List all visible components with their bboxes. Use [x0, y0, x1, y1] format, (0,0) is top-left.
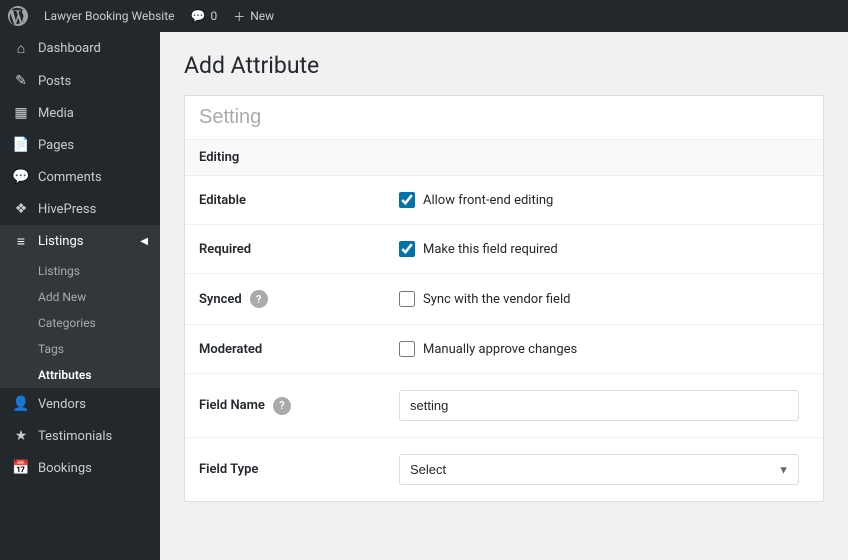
required-field: Make this field required — [385, 225, 823, 274]
editable-field: Allow front-end editing — [385, 176, 823, 225]
field-type-field: Select Text Textarea Number Checkbox Dat… — [385, 438, 823, 502]
sidebar-item-dashboard[interactable]: ⌂ Dashboard — [0, 32, 160, 65]
media-icon: ▦ — [12, 105, 30, 121]
field-type-select-wrapper: Select Text Textarea Number Checkbox Dat… — [399, 454, 799, 485]
table-row: Editable Allow front-end editing — [185, 176, 823, 225]
new-button[interactable]: ＋ New — [233, 8, 274, 25]
sub-menu-item-listings[interactable]: Listings — [0, 258, 160, 284]
required-checkbox[interactable] — [399, 241, 415, 257]
comments-icon: 💬 — [12, 169, 30, 185]
sub-menu-label: Attributes — [38, 368, 92, 382]
vendors-icon: 👤 — [12, 396, 30, 412]
editable-checkbox[interactable] — [399, 192, 415, 208]
bookings-icon: 📅 — [12, 460, 30, 476]
site-name[interactable]: Lawyer Booking Website — [44, 9, 175, 23]
sub-menu-item-add-new[interactable]: Add New — [0, 284, 160, 310]
sidebar-item-comments[interactable]: 💬 Comments — [0, 161, 160, 193]
moderated-checkbox-label: Manually approve changes — [423, 342, 577, 357]
testimonials-icon: ★ — [12, 428, 30, 444]
sidebar-item-testimonials[interactable]: ★ Testimonials — [0, 420, 160, 452]
table-row: Synced ? Sync with the vendor field — [185, 274, 823, 325]
sidebar-item-hivepress[interactable]: ❖ HivePress — [0, 193, 160, 225]
synced-checkbox-row: Sync with the vendor field — [399, 291, 809, 307]
comment-icon: 💬 — [191, 9, 206, 23]
table-row: Moderated Manually approve changes — [185, 325, 823, 374]
sidebar: ⌂ Dashboard ✎ Posts ▦ Media 📄 Pages 💬 Co… — [0, 32, 160, 560]
synced-checkbox-label: Sync with the vendor field — [423, 292, 570, 307]
wp-logo[interactable] — [8, 6, 28, 26]
listings-sub-menu: Listings Add New Categories Tags Attribu… — [0, 258, 160, 388]
site-name-label: Lawyer Booking Website — [44, 9, 175, 23]
page-title: Add Attribute — [184, 52, 824, 79]
field-name-label: Field Name ? — [185, 374, 385, 438]
section-label: Editing — [199, 150, 239, 165]
hivepress-icon: ❖ — [12, 201, 30, 217]
synced-help-icon[interactable]: ? — [250, 290, 268, 308]
content-card: Editing Editable Allow front-end editing — [184, 95, 824, 502]
sidebar-item-label: Media — [38, 106, 148, 121]
sidebar-item-pages[interactable]: 📄 Pages — [0, 129, 160, 161]
sidebar-item-label: Listings — [38, 234, 132, 249]
moderated-checkbox[interactable] — [399, 341, 415, 357]
main-content: Add Attribute Editing Editable — [160, 32, 848, 560]
sidebar-item-listings[interactable]: ≡ Listings ◀ — [0, 225, 160, 258]
sidebar-item-label: Pages — [38, 138, 148, 153]
field-name-input[interactable] — [399, 390, 799, 421]
synced-checkbox[interactable] — [399, 291, 415, 307]
editable-checkbox-row: Allow front-end editing — [399, 192, 809, 208]
sub-menu-item-categories[interactable]: Categories — [0, 310, 160, 336]
table-row: Field Type Select Text Textarea Number C… — [185, 438, 823, 502]
moderated-label: Moderated — [185, 325, 385, 374]
synced-label: Synced ? — [185, 274, 385, 325]
sidebar-item-label: Testimonials — [38, 429, 148, 444]
sub-menu-label: Listings — [38, 264, 80, 278]
field-name-help-icon[interactable]: ? — [273, 397, 291, 415]
setting-name-row — [185, 96, 823, 140]
field-name-field — [385, 374, 823, 438]
sidebar-item-label: HivePress — [38, 202, 148, 217]
sidebar-item-label: Bookings — [38, 461, 148, 476]
setting-name-input[interactable] — [185, 96, 823, 139]
sub-menu-item-attributes[interactable]: Attributes — [0, 362, 160, 388]
editable-checkbox-label: Allow front-end editing — [423, 193, 553, 208]
field-type-select[interactable]: Select Text Textarea Number Checkbox Dat… — [399, 454, 799, 485]
moderated-field: Manually approve changes — [385, 325, 823, 374]
sidebar-item-label: Vendors — [38, 397, 148, 412]
top-bar: Lawyer Booking Website 💬 0 ＋ New — [0, 0, 848, 32]
required-checkbox-label: Make this field required — [423, 242, 558, 257]
listings-icon: ≡ — [12, 233, 30, 250]
comments-count: 0 — [210, 9, 217, 23]
pages-icon: 📄 — [12, 137, 30, 153]
sub-menu-label: Categories — [38, 316, 96, 330]
posts-icon: ✎ — [12, 73, 30, 89]
comments-link[interactable]: 💬 0 — [191, 9, 218, 23]
table-row: Field Name ? — [185, 374, 823, 438]
sub-menu-label: Tags — [38, 342, 64, 356]
form-table: Editable Allow front-end editing Require… — [185, 176, 823, 501]
table-row: Required Make this field required — [185, 225, 823, 274]
sidebar-item-bookings[interactable]: 📅 Bookings — [0, 452, 160, 484]
chevron-right-icon: ◀ — [140, 236, 148, 247]
sub-menu-item-tags[interactable]: Tags — [0, 336, 160, 362]
required-label: Required — [185, 225, 385, 274]
section-header-editing: Editing — [185, 140, 823, 176]
synced-field: Sync with the vendor field — [385, 274, 823, 325]
editable-label: Editable — [185, 176, 385, 225]
sub-menu-label: Add New — [38, 290, 86, 304]
sidebar-item-label: Comments — [38, 170, 148, 185]
sidebar-item-posts[interactable]: ✎ Posts — [0, 65, 160, 97]
field-type-label: Field Type — [185, 438, 385, 502]
moderated-checkbox-row: Manually approve changes — [399, 341, 809, 357]
sidebar-item-vendors[interactable]: 👤 Vendors — [0, 388, 160, 420]
new-label: New — [250, 9, 274, 23]
sidebar-item-label: Posts — [38, 74, 148, 89]
dashboard-icon: ⌂ — [12, 40, 30, 57]
sidebar-item-label: Dashboard — [38, 41, 148, 56]
required-checkbox-row: Make this field required — [399, 241, 809, 257]
sidebar-item-media[interactable]: ▦ Media — [0, 97, 160, 129]
